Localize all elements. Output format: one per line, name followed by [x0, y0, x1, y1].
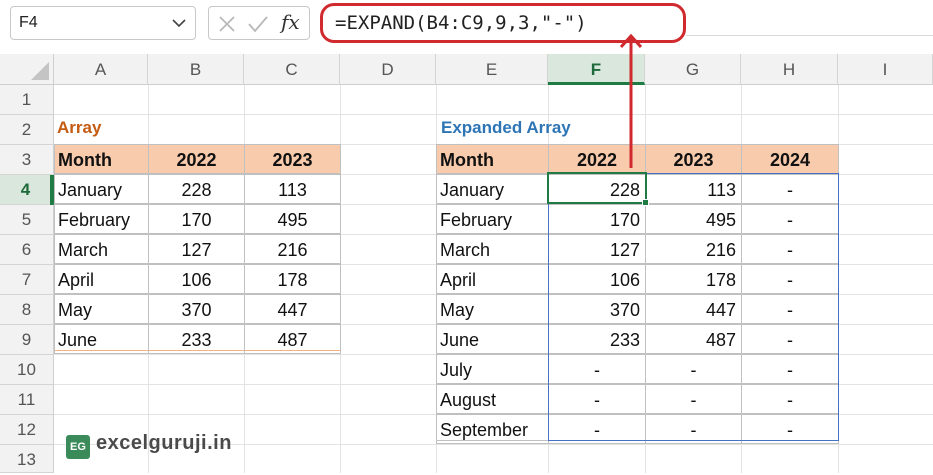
- select-all-corner[interactable]: [0, 54, 54, 85]
- row-header-8[interactable]: 8: [0, 295, 54, 325]
- row-header-6[interactable]: 6: [0, 235, 54, 265]
- insert-function-icon[interactable]: fx: [281, 10, 300, 34]
- row-header-1[interactable]: 1: [0, 85, 54, 115]
- source-cell-2023[interactable]: 113: [244, 174, 341, 204]
- source-cell-2023[interactable]: 487: [244, 324, 341, 354]
- formula-controls: fx: [208, 6, 310, 40]
- enter-check-icon[interactable]: [247, 14, 269, 34]
- source-cell-2022[interactable]: 370: [148, 294, 245, 324]
- select-all-triangle-icon: [31, 62, 49, 80]
- source-cell-2023[interactable]: 216: [244, 234, 341, 264]
- source-cell-2023[interactable]: 447: [244, 294, 341, 324]
- chevron-down-icon[interactable]: [171, 15, 187, 31]
- row-header-7[interactable]: 7: [0, 265, 54, 295]
- source-cell-2023[interactable]: 495: [244, 204, 341, 234]
- formula-bar-extension: [686, 14, 933, 36]
- source-cell-2023[interactable]: 178: [244, 264, 341, 294]
- expanded-cell-month[interactable]: August: [436, 384, 549, 414]
- row-header-9[interactable]: 9: [0, 325, 54, 355]
- expanded-cell-month[interactable]: February: [436, 204, 549, 234]
- column-header-c[interactable]: C: [244, 54, 340, 85]
- source-cell-month[interactable]: March: [54, 234, 149, 264]
- gridline: [54, 114, 933, 115]
- source-cell-2022[interactable]: 127: [148, 234, 245, 264]
- expanded-cell-month[interactable]: September: [436, 414, 549, 444]
- column-header-a[interactable]: A: [54, 54, 148, 85]
- expanded-table-title: Expanded Array: [441, 118, 571, 137]
- row-header-3[interactable]: 3: [0, 145, 54, 175]
- source-cell-month[interactable]: February: [54, 204, 149, 234]
- expanded-header-month[interactable]: Month: [436, 144, 549, 174]
- fill-handle[interactable]: [642, 199, 649, 206]
- expanded-cell-month[interactable]: June: [436, 324, 549, 354]
- column-header-b[interactable]: B: [148, 54, 244, 85]
- row-header-2[interactable]: 2: [0, 115, 54, 145]
- source-cell-2022[interactable]: 228: [148, 174, 245, 204]
- row-header-10[interactable]: 10: [0, 355, 54, 385]
- logo-icon: EG: [66, 435, 90, 459]
- name-box[interactable]: F4: [10, 6, 196, 40]
- source-header-2023[interactable]: 2023: [244, 144, 341, 174]
- source-header-month[interactable]: Month: [54, 144, 149, 174]
- name-box-value: F4: [19, 14, 38, 31]
- column-header-h[interactable]: H: [741, 54, 838, 85]
- source-cell-2022[interactable]: 106: [148, 264, 245, 294]
- source-table-title: Array: [57, 118, 102, 137]
- source-cell-2022[interactable]: 170: [148, 204, 245, 234]
- cancel-icon[interactable]: [217, 14, 237, 34]
- row-header-13[interactable]: 13: [0, 445, 54, 473]
- annotation-arrow-icon: [619, 33, 643, 168]
- source-header-2022[interactable]: 2022: [148, 144, 245, 174]
- expanded-cell-month[interactable]: March: [436, 234, 549, 264]
- spill-range-border: [548, 173, 839, 441]
- expanded-header-2023[interactable]: 2023: [645, 144, 742, 174]
- source-cell-2022[interactable]: 233: [148, 324, 245, 354]
- formula-text: =EXPAND(B4:C9,9,3,"-"): [335, 12, 587, 34]
- expanded-cell-month[interactable]: May: [436, 294, 549, 324]
- expanded-cell-month[interactable]: July: [436, 354, 549, 384]
- expanded-cell-month[interactable]: April: [436, 264, 549, 294]
- source-cell-month[interactable]: April: [54, 264, 149, 294]
- column-header-g[interactable]: G: [645, 54, 741, 85]
- row-header-11[interactable]: 11: [0, 385, 54, 415]
- row-selection-marker: [50, 175, 53, 205]
- expanded-cell-month[interactable]: January: [436, 174, 549, 204]
- column-header-d[interactable]: D: [340, 54, 436, 85]
- row-header-4[interactable]: 4: [0, 175, 54, 205]
- column-header-i[interactable]: I: [838, 54, 933, 85]
- row-header-5[interactable]: 5: [0, 205, 54, 235]
- source-cell-month[interactable]: January: [54, 174, 149, 204]
- row-header-12[interactable]: 12: [0, 415, 54, 445]
- source-cell-month[interactable]: May: [54, 294, 149, 324]
- expanded-header-2024[interactable]: 2024: [741, 144, 839, 174]
- source-cell-month[interactable]: June: [54, 324, 149, 354]
- watermark-text: excelguruji.in: [96, 432, 232, 454]
- active-cell-f4[interactable]: [547, 172, 647, 204]
- column-header-e[interactable]: E: [436, 54, 548, 85]
